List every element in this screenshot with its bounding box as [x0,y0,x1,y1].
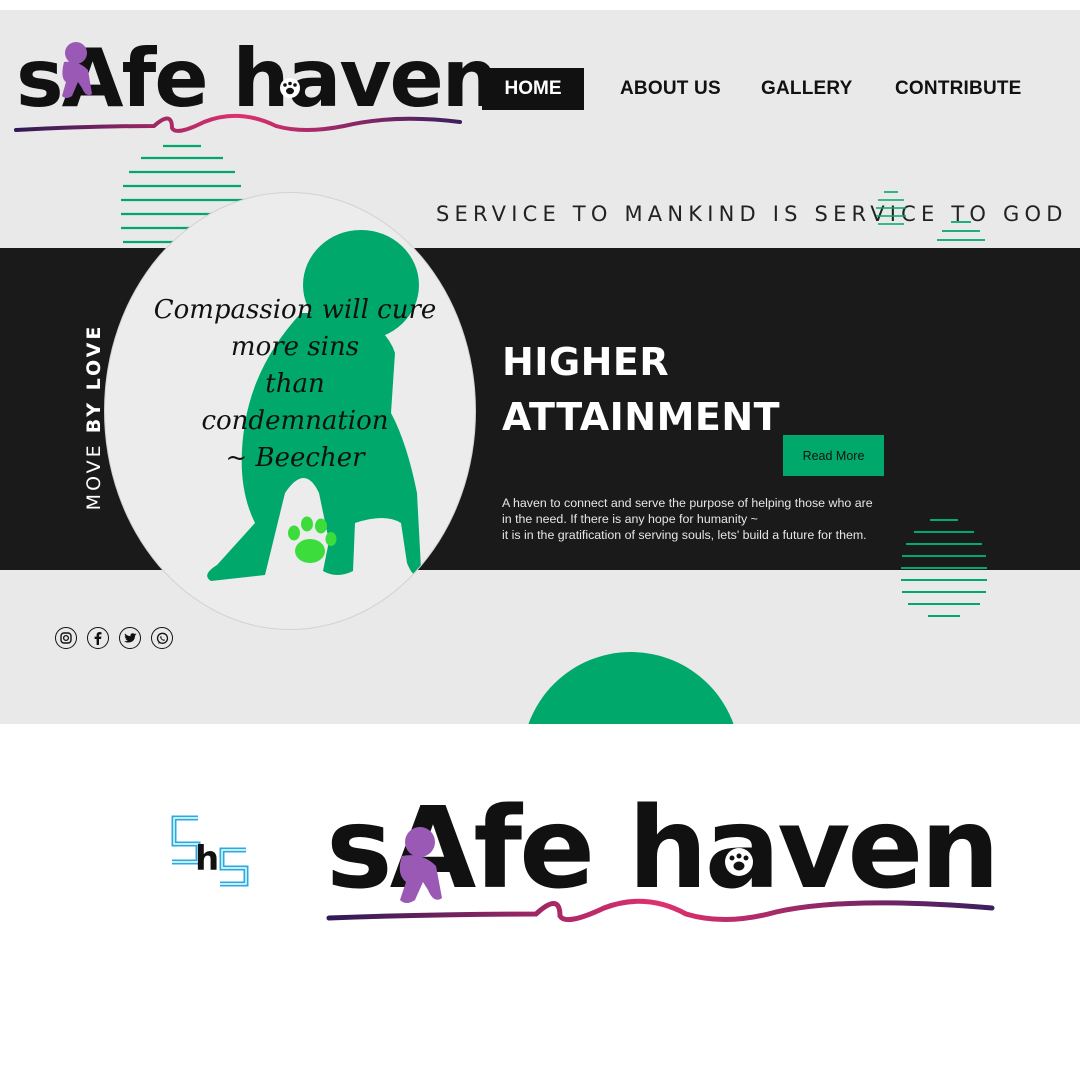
quote-author: ~ Beecher [225,443,365,473]
description-line: A haven to connect and serve the purpose… [502,496,873,510]
nav-home[interactable]: HOME [482,68,584,110]
hero-section: sAfe haven HOME ABOUT US GALLERY CONTRIB… [0,10,1080,724]
twitter-icon[interactable] [119,627,141,649]
instagram-icon[interactable] [55,627,77,649]
baby-icon [62,42,92,98]
side-slogan: MOVE BY LOVE [83,302,105,532]
paw-icon [280,78,300,98]
header-logo[interactable]: sAfe haven [14,32,499,138]
shs-monogram-logo: h [171,815,249,887]
headline-line-1: HIGHER [502,340,670,384]
hero-headline: HIGHER ATTAINMENT [502,335,780,445]
logo-swash [14,113,462,133]
read-more-button[interactable]: Read More [783,435,884,476]
quote-line: condemnation [201,406,389,436]
quote-line: Compassion will cure [153,295,437,325]
striped-circle-decoration [901,519,987,617]
logo-swash [326,898,995,923]
headline-line-2: ATTAINMENT [502,395,781,439]
logo-graphics [326,827,995,923]
quote-text: Compassion will cure more sins than cond… [150,292,440,477]
striped-circle-decoration [876,191,906,225]
logo-graphics [14,42,462,133]
green-circle-decoration [522,652,740,724]
hero-description: A haven to connect and serve the purpose… [502,495,897,543]
quote-line: than [265,369,325,399]
whatsapp-icon[interactable] [151,627,173,649]
paw-icon [725,848,753,876]
facebook-icon[interactable] [87,627,109,649]
monogram-h: h [195,839,219,879]
side-slogan-light: MOVE [83,442,105,511]
description-line: it is in the gratification of serving so… [502,528,867,542]
description-line: in the need. If there is any hope for hu… [502,512,758,526]
nav-gallery[interactable]: GALLERY [761,78,852,100]
nav-contribute[interactable]: CONTRIBUTE [895,78,1022,100]
baby-icon [399,827,442,903]
quote-line: more sins [230,332,360,362]
side-slogan-bold: BY LOVE [83,323,105,434]
large-logo: sAfe haven [326,784,1000,930]
nav-about-us[interactable]: ABOUT US [620,78,721,100]
